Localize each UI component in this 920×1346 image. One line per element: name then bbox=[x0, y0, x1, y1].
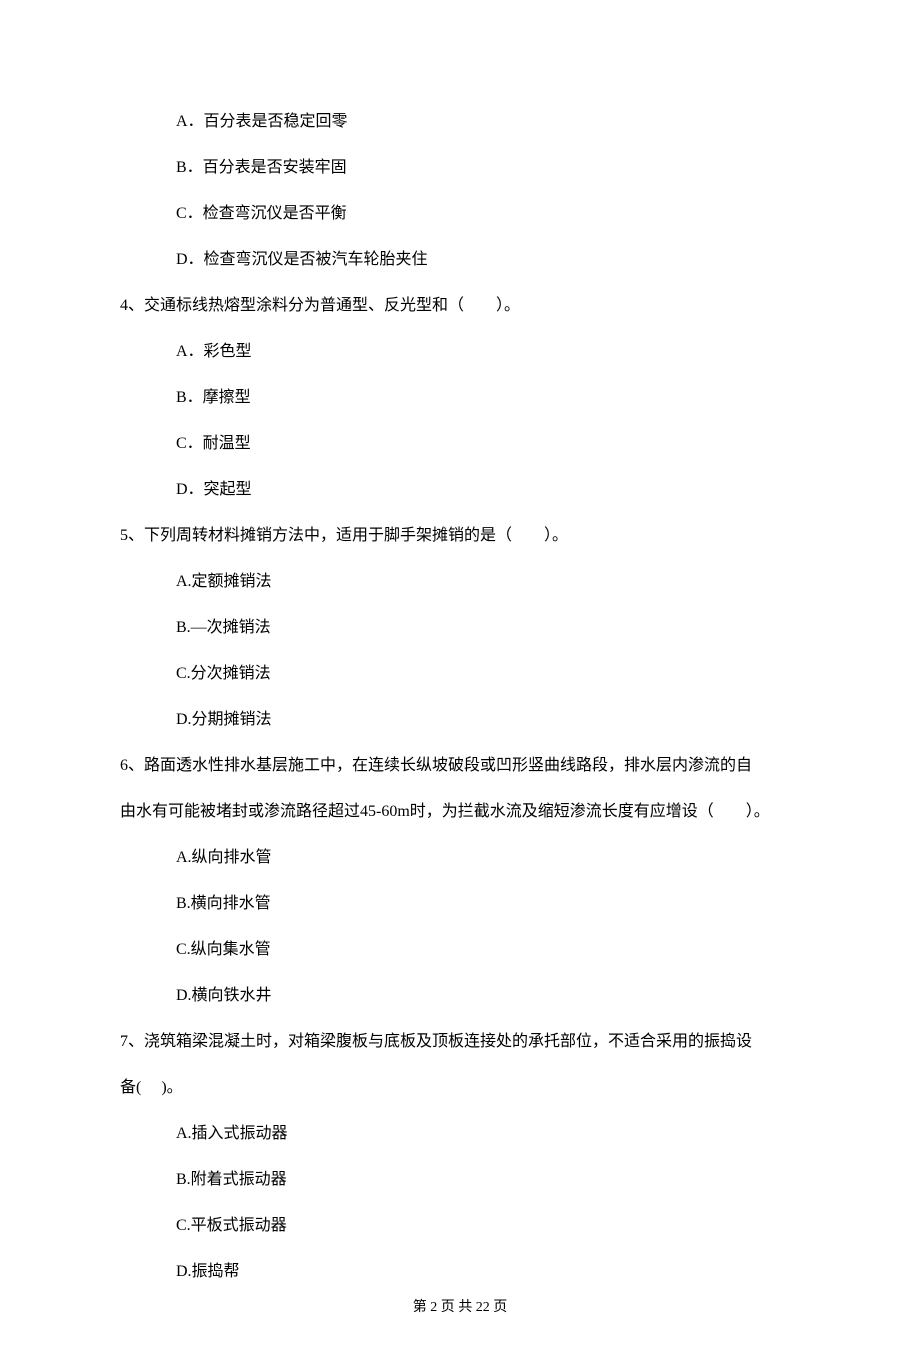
q3-option-d: D．检查弯沉仪是否被汽车轮胎夹住 bbox=[120, 248, 800, 272]
q7-option-c: C.平板式振动器 bbox=[120, 1214, 800, 1238]
q7-stem-line2: 备( )。 bbox=[120, 1076, 800, 1100]
q4-option-c: C．耐温型 bbox=[120, 432, 800, 456]
q6-stem-line1: 6、路面透水性排水基层施工中，在连续长纵坡破段或凹形竖曲线路段，排水层内渗流的自 bbox=[120, 754, 800, 778]
q5-option-a: A.定额摊销法 bbox=[120, 570, 800, 594]
q5-option-c: C.分次摊销法 bbox=[120, 662, 800, 686]
q3-option-b: B．百分表是否安装牢固 bbox=[120, 156, 800, 180]
q3-option-a: A．百分表是否稳定回零 bbox=[120, 110, 800, 134]
q5-stem: 5、下列周转材料摊销方法中，适用于脚手架摊销的是（ ）。 bbox=[120, 524, 800, 548]
page-footer: 第 2 页 共 22 页 bbox=[0, 1297, 920, 1318]
q5-option-d: D.分期摊销法 bbox=[120, 708, 800, 732]
q3-option-c: C．检查弯沉仪是否平衡 bbox=[120, 202, 800, 226]
q6-stem-line2: 由水有可能被堵封或渗流路径超过45-60m时，为拦截水流及缩短渗流长度有应增设（… bbox=[120, 800, 800, 824]
q6-option-c: C.纵向集水管 bbox=[120, 938, 800, 962]
q7-option-b: B.附着式振动器 bbox=[120, 1168, 800, 1192]
q6-option-b: B.横向排水管 bbox=[120, 892, 800, 916]
q5-option-b: B.—次摊销法 bbox=[120, 616, 800, 640]
q4-option-b: B．摩擦型 bbox=[120, 386, 800, 410]
page: A．百分表是否稳定回零 B．百分表是否安装牢固 C．检查弯沉仪是否平衡 D．检查… bbox=[0, 0, 920, 1346]
q4-stem: 4、交通标线热熔型涂料分为普通型、反光型和（ ）。 bbox=[120, 294, 800, 318]
q4-option-a: A．彩色型 bbox=[120, 340, 800, 364]
q6-option-a: A.纵向排水管 bbox=[120, 846, 800, 870]
q7-option-d: D.振捣帮 bbox=[120, 1260, 800, 1284]
q6-option-d: D.横向铁水井 bbox=[120, 984, 800, 1008]
q4-option-d: D．突起型 bbox=[120, 478, 800, 502]
q7-stem-line1: 7、浇筑箱梁混凝土时，对箱梁腹板与底板及顶板连接处的承托部位，不适合采用的振捣设 bbox=[120, 1030, 800, 1054]
q7-option-a: A.插入式振动器 bbox=[120, 1122, 800, 1146]
